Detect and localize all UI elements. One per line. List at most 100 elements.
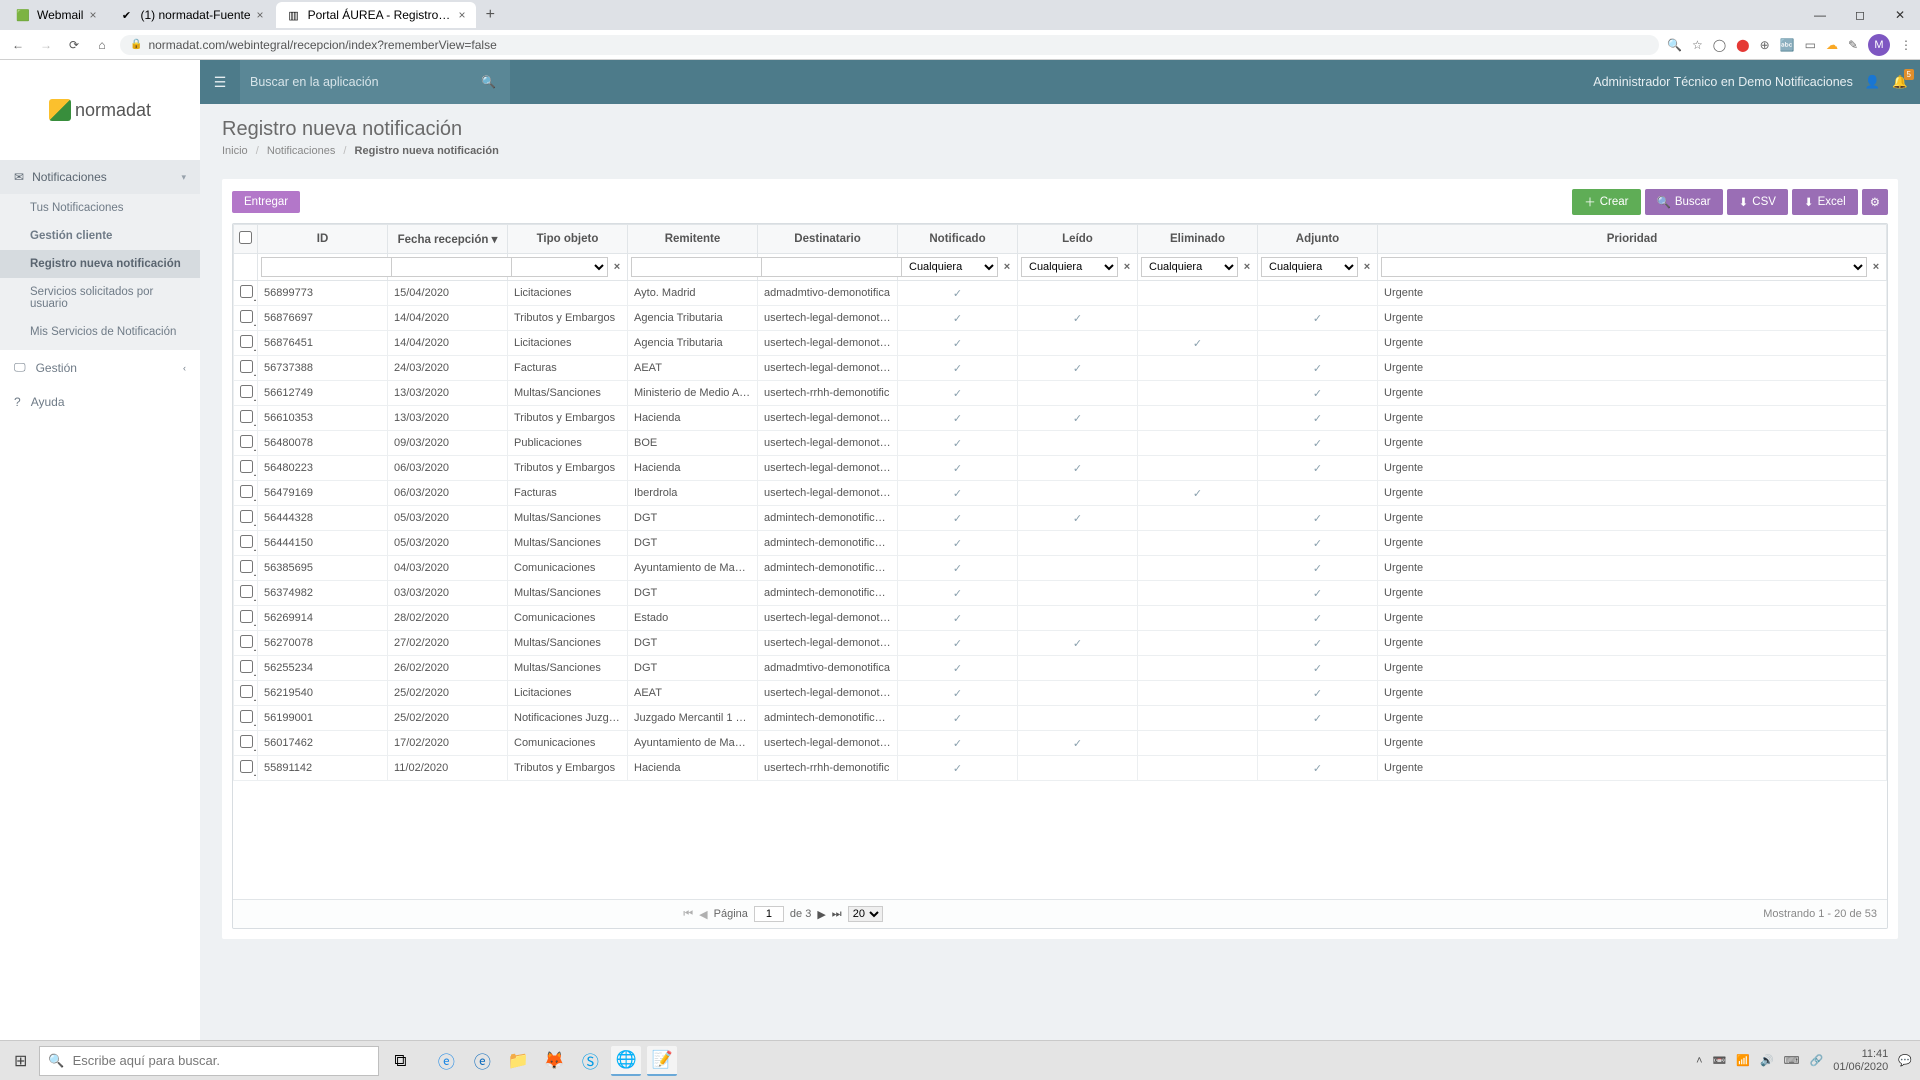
ie-icon[interactable]: ⓔ (431, 1046, 461, 1076)
row-checkbox[interactable] (240, 660, 253, 673)
browser-tab-active[interactable]: ▥ Portal ÁUREA - Registro nueva n × (276, 2, 476, 28)
first-page-button[interactable]: ⏮ (683, 908, 693, 921)
row-checkbox[interactable] (240, 285, 253, 298)
hamburger-icon[interactable]: ☰ (200, 60, 240, 104)
chrome-icon[interactable]: 🌐 (611, 1046, 641, 1076)
table-row[interactable]: 5661274913/03/2020Multas/SancionesMinist… (234, 381, 1887, 406)
row-checkbox[interactable] (240, 460, 253, 473)
table-row[interactable]: 5687669714/04/2020Tributos y EmbargosAge… (234, 306, 1887, 331)
ext-icon[interactable]: ⊕ (1760, 38, 1770, 52)
close-icon[interactable]: × (89, 8, 96, 22)
tray-network-icon[interactable]: 📶 (1736, 1054, 1750, 1067)
ext-icon[interactable]: ▭ (1805, 38, 1816, 52)
col-eliminado[interactable]: Eliminado (1138, 225, 1258, 254)
app-search[interactable]: ☰ Buscar en la aplicación 🔍 (200, 60, 510, 104)
firefox-icon[interactable]: 🦊 (539, 1046, 569, 1076)
explorer-icon[interactable]: 📁 (503, 1046, 533, 1076)
skype-icon[interactable]: Ⓢ (575, 1046, 605, 1076)
col-leido[interactable]: Leído (1018, 225, 1138, 254)
crear-button[interactable]: ＋Crear (1572, 189, 1640, 215)
profile-avatar[interactable]: M (1868, 34, 1890, 56)
row-checkbox[interactable] (240, 410, 253, 423)
col-id[interactable]: ID (258, 225, 388, 254)
table-row[interactable]: 5648007809/03/2020PublicacionesBOEuserte… (234, 431, 1887, 456)
word-icon[interactable]: 📝 (647, 1046, 677, 1076)
maximize-button[interactable]: ◻ (1840, 1, 1880, 29)
task-view-icon[interactable]: ⧉ (385, 1046, 415, 1076)
col-adjunto[interactable]: Adjunto (1258, 225, 1378, 254)
table-row[interactable]: 5644432805/03/2020Multas/SancionesDGTadm… (234, 506, 1887, 531)
entregar-button[interactable]: Entregar (232, 191, 300, 213)
minimize-button[interactable]: — (1800, 1, 1840, 29)
search-icon[interactable]: 🔍 (481, 75, 496, 89)
sidebar-group-notificaciones[interactable]: ✉ Notificaciones ▾ (0, 160, 200, 194)
table-row[interactable]: 5689977315/04/2020LicitacionesAyto. Madr… (234, 281, 1887, 306)
clock[interactable]: 11:41 01/06/2020 (1833, 1048, 1888, 1073)
start-button[interactable]: ⊞ (8, 1051, 33, 1071)
tray-chevron-icon[interactable]: ˄ (1696, 1055, 1702, 1067)
row-checkbox[interactable] (240, 560, 253, 573)
tray-keyboard-icon[interactable]: ⌨ (1784, 1054, 1800, 1067)
settings-button[interactable]: ⚙ (1862, 189, 1888, 215)
filter-adjunto[interactable]: Cualquiera (1261, 257, 1358, 277)
new-tab-button[interactable]: + (478, 3, 503, 27)
table-row[interactable]: 5637498203/03/2020Multas/SancionesDGTadm… (234, 581, 1887, 606)
sidebar-item-gestion-cliente[interactable]: Gestión cliente (0, 222, 200, 250)
row-checkbox[interactable] (240, 385, 253, 398)
row-checkbox[interactable] (240, 685, 253, 698)
buscar-button[interactable]: 🔍Buscar (1645, 189, 1723, 215)
browser-tab[interactable]: ✔ (1) normadat-Fuente × (108, 2, 273, 28)
row-checkbox[interactable] (240, 635, 253, 648)
table-row[interactable]: 5687645114/04/2020LicitacionesAgencia Tr… (234, 331, 1887, 356)
filter-id[interactable] (261, 257, 411, 277)
last-page-button[interactable]: ⏭ (832, 908, 842, 921)
reload-button[interactable]: ⟳ (64, 38, 84, 52)
row-checkbox[interactable] (240, 335, 253, 348)
table-row[interactable]: 5589114211/02/2020Tributos y EmbargosHac… (234, 756, 1887, 781)
page-input[interactable] (754, 906, 784, 922)
filter-remitente[interactable] (631, 257, 781, 277)
table-row[interactable]: 5647916906/03/2020FacturasIberdrolausert… (234, 481, 1887, 506)
action-center-icon[interactable]: 💬 (1898, 1054, 1912, 1067)
table-row[interactable]: 5661035313/03/2020Tributos y EmbargosHac… (234, 406, 1887, 431)
filter-tipo[interactable] (511, 257, 608, 277)
sidebar-item-registro-nueva[interactable]: Registro nueva notificación (0, 250, 200, 278)
notifications-bell[interactable]: 🔔5 (1892, 75, 1908, 90)
filter-prioridad[interactable] (1381, 257, 1867, 277)
ext-icon[interactable]: ✎ (1848, 38, 1858, 52)
table-row[interactable]: 5619900125/02/2020Notificaciones Juzgado… (234, 706, 1887, 731)
close-window-button[interactable]: ✕ (1880, 1, 1920, 29)
table-row[interactable]: 5648022306/03/2020Tributos y EmbargosHac… (234, 456, 1887, 481)
sidebar-item-servicios-solicitados[interactable]: Servicios solicitados por usuario (0, 278, 200, 318)
breadcrumb-inicio[interactable]: Inicio (222, 145, 248, 157)
table-row[interactable]: 5626991428/02/2020ComunicacionesEstadous… (234, 606, 1887, 631)
row-checkbox[interactable] (240, 310, 253, 323)
col-destinatario[interactable]: Destinatario (758, 225, 898, 254)
ext-icon[interactable]: ☁ (1826, 38, 1838, 52)
row-checkbox[interactable] (240, 535, 253, 548)
row-checkbox[interactable] (240, 435, 253, 448)
row-checkbox[interactable] (240, 735, 253, 748)
url-input[interactable]: 🔒 normadat.com/webintegral/recepcion/ind… (120, 35, 1659, 55)
home-button[interactable]: ⌂ (92, 38, 112, 52)
col-remitente[interactable]: Remitente (628, 225, 758, 254)
row-checkbox[interactable] (240, 710, 253, 723)
tray-link-icon[interactable]: 🔗 (1810, 1054, 1824, 1067)
row-checkbox[interactable] (240, 485, 253, 498)
csv-button[interactable]: ⬇CSV (1727, 189, 1788, 215)
clear-icon[interactable]: × (1240, 261, 1254, 273)
menu-icon[interactable]: ⋮ (1900, 38, 1912, 52)
table-row[interactable]: 5644415005/03/2020Multas/SancionesDGTadm… (234, 531, 1887, 556)
tray-volume-icon[interactable]: 🔊 (1760, 1054, 1774, 1067)
sidebar-item-tus-notificaciones[interactable]: Tus Notificaciones (0, 194, 200, 222)
table-row[interactable]: 5601746217/02/2020ComunicacionesAyuntami… (234, 731, 1887, 756)
prev-page-button[interactable]: ◀ (699, 908, 707, 921)
filter-leido[interactable]: Cualquiera (1021, 257, 1118, 277)
user-icon[interactable]: 👤 (1865, 75, 1881, 90)
browser-tab[interactable]: 🟩 Webmail × (5, 2, 106, 28)
excel-button[interactable]: ⬇Excel (1792, 189, 1858, 215)
page-size-select[interactable]: 20 (848, 906, 883, 922)
col-notificado[interactable]: Notificado (898, 225, 1018, 254)
clear-icon[interactable]: × (610, 261, 624, 273)
table-row[interactable]: 5621954025/02/2020LicitacionesAEATuserte… (234, 681, 1887, 706)
